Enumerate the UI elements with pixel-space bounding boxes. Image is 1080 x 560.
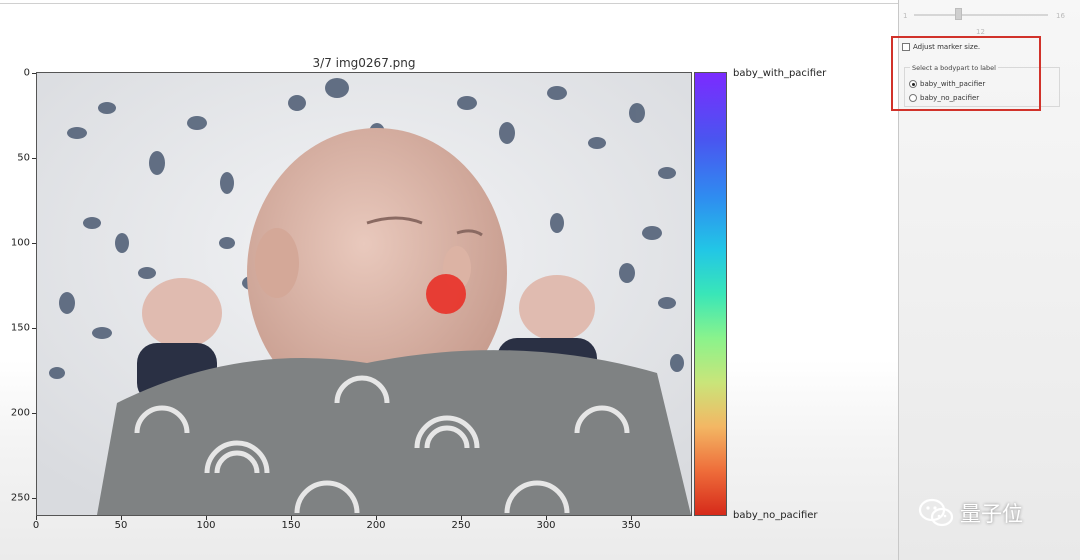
baby-left-hand (142, 278, 222, 348)
x-tick-label: 150 (281, 520, 301, 531)
highlight-annotation-box (891, 36, 1041, 111)
x-tick-label: 100 (196, 520, 216, 531)
x-tick-label: 300 (536, 520, 556, 531)
baby-photo (37, 73, 691, 515)
marker-size-slider-thumb[interactable] (955, 8, 962, 20)
y-tick-label: 200 (10, 407, 30, 419)
watermark-text: 量子位 (960, 502, 1023, 526)
baby-ear (255, 228, 299, 298)
labeling-image[interactable] (36, 72, 692, 516)
slider-value-label: 12 (976, 28, 985, 36)
x-tick-label: 0 (32, 520, 40, 531)
plot-title: 3/7 img0267.png (312, 56, 416, 70)
y-tick-label: 50 (17, 152, 30, 164)
y-tick-label: 150 (10, 322, 30, 334)
x-tick-label: 350 (621, 520, 641, 531)
x-tick-label: 200 (366, 520, 386, 531)
y-tick-label: 0 (23, 67, 30, 79)
colorbar-bottom-label: baby_no_pacifier (733, 510, 818, 521)
slider-max-label: 16 (1056, 12, 1065, 20)
marker-size-slider-track[interactable] (914, 14, 1048, 16)
watermark: 量子位 (918, 498, 1023, 528)
colorbar (694, 72, 727, 516)
baby-right-hand (519, 275, 595, 341)
wechat-icon (918, 498, 954, 527)
slider-min-label: 1 (903, 12, 908, 20)
y-tick-label: 100 (10, 237, 30, 249)
label-marker (426, 274, 466, 314)
colorbar-top-label: baby_with_pacifier (733, 68, 827, 79)
x-tick-label: 250 (451, 520, 471, 531)
x-tick-label: 50 (114, 520, 128, 531)
y-tick-label: 250 (10, 492, 30, 504)
plot-area: 3/7 img0267.png 0 50 100 150 200 250 0 5… (0, 0, 898, 560)
top-divider (0, 3, 898, 4)
